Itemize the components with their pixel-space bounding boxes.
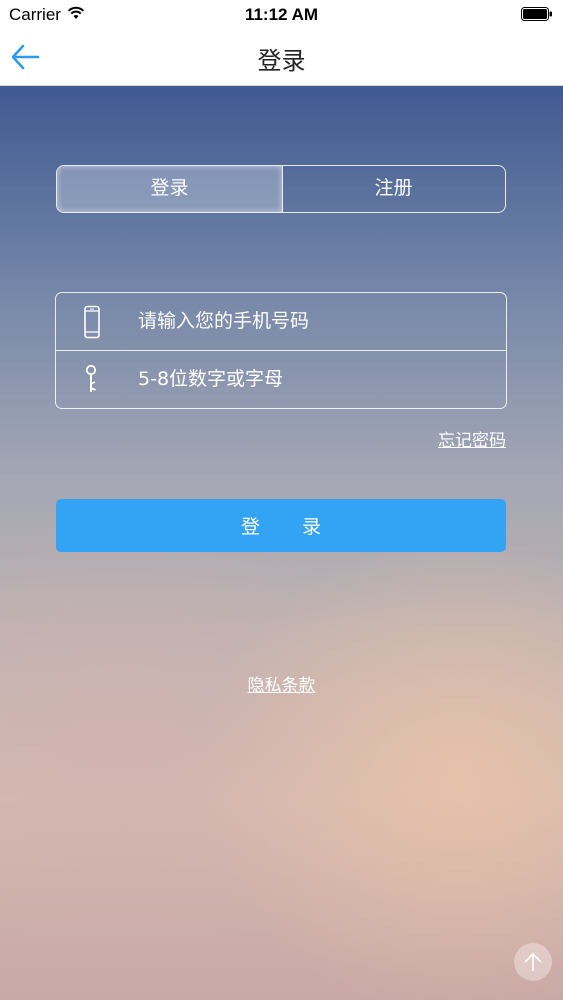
login-form	[55, 292, 507, 409]
status-time: 11:12 AM	[244, 5, 319, 24]
password-row	[56, 351, 506, 408]
privacy-policy-row: 隐私条款	[0, 671, 563, 696]
login-screen: 登录 注册 忘记密码 登录 隐私条款	[0, 86, 563, 1000]
nav-bar: 登录	[0, 28, 563, 86]
privacy-policy-link[interactable]: 隐私条款	[248, 676, 316, 696]
login-button[interactable]: 登录	[56, 499, 506, 552]
up-arrow-icon	[524, 953, 542, 971]
phone-input[interactable]	[138, 303, 478, 339]
phone-icon	[84, 305, 100, 339]
status-bar: Carrier 11:12 AM	[0, 0, 563, 28]
scroll-to-top-button[interactable]	[514, 943, 552, 981]
password-input[interactable]	[138, 361, 478, 397]
tab-register[interactable]: 注册	[283, 166, 504, 212]
phone-row	[56, 293, 506, 351]
battery-icon	[521, 7, 552, 21]
key-icon	[85, 364, 97, 392]
forgot-password-link[interactable]: 忘记密码	[438, 426, 506, 451]
tab-login[interactable]: 登录	[57, 166, 283, 212]
page-title: 登录	[257, 47, 306, 75]
login-register-toggle: 登录 注册	[56, 165, 506, 213]
